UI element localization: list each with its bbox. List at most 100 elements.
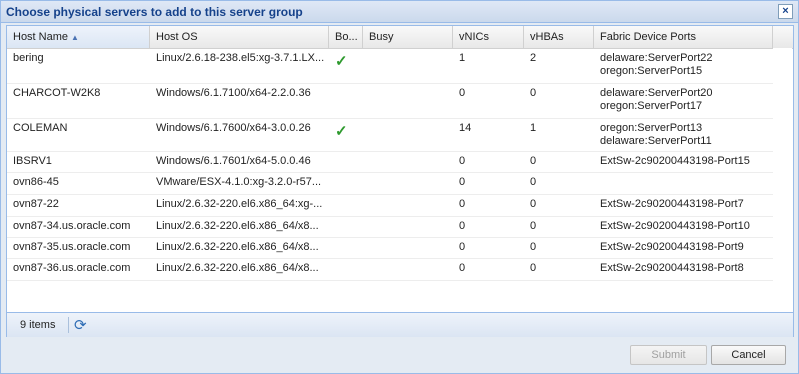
host-os-text: Linux/2.6.18-238.el5:xg-3.7.1.LX... xyxy=(156,52,325,64)
host-os-cell: Windows/6.1.7600/x64-3.0.0.26 xyxy=(150,118,329,151)
refresh-icon[interactable]: ⟳ xyxy=(74,316,87,334)
vnics-cell: 0 xyxy=(453,237,524,258)
table-row[interactable]: COLEMAN Windows/6.1.7600/x64-3.0.0.26 ✓ 14 1… xyxy=(7,118,773,152)
toolbar-separator xyxy=(68,317,69,333)
host-name-text: ovn87-35.us.oracle.com xyxy=(13,241,131,253)
vhbas-text: 1 xyxy=(530,122,537,134)
column-header-host-os[interactable]: Host OS xyxy=(150,26,329,48)
host-os-text: VMware/ESX-4.1.0:xg-3.2.0-r57... xyxy=(156,176,322,188)
host-name-text: bering xyxy=(13,52,44,64)
dialog: Choose physical servers to add to this s… xyxy=(0,0,799,374)
vnics-cell: 1 xyxy=(453,48,524,83)
table-row[interactable]: CHARCOT-W2K8 Windows/6.1.7100/x64-2.2.0.3… xyxy=(7,83,773,119)
host-os-cell: Windows/6.1.7601/x64-5.0.0.46 xyxy=(150,151,329,172)
column-header-label: Busy xyxy=(369,31,394,43)
column-header-vnics[interactable]: vNICs xyxy=(453,26,524,48)
host-os-cell: Linux/2.6.32-220.el6.x86_64/x8... xyxy=(150,237,329,258)
dialog-titlebar[interactable]: Choose physical servers to add to this s… xyxy=(1,1,798,23)
vhbas-cell: 0 xyxy=(524,216,594,237)
busy-text xyxy=(369,220,453,233)
busy-cell xyxy=(363,151,453,172)
host-name-cell: ovn86-45 xyxy=(7,172,150,194)
fabric-ports-cell: ExtSw-2c90200443198-Port10 xyxy=(594,216,773,237)
boot-cell: ✓ xyxy=(329,118,363,151)
dialog-title: Choose physical servers to add to this s… xyxy=(6,5,303,19)
host-name-cell: bering xyxy=(7,48,150,83)
table-row[interactable]: ovn87-34.us.oracle.com Linux/2.6.32-220.e… xyxy=(7,216,773,238)
fabric-ports-cell: ExtSw-2c90200443198-Port15 xyxy=(594,151,773,172)
host-name-text: ovn87-34.us.oracle.com xyxy=(13,220,131,232)
host-name-cell: ovn87-22 xyxy=(7,194,150,216)
vnics-text: 14 xyxy=(459,122,472,134)
boot-cell xyxy=(329,237,363,258)
table-row[interactable]: ovn87-35.us.oracle.com Linux/2.6.32-220.e… xyxy=(7,237,773,259)
column-header-host-name[interactable]: Host Name ▲ xyxy=(7,26,150,48)
vnics-text: 0 xyxy=(459,262,466,274)
vnics-text: 0 xyxy=(459,87,466,99)
busy-cell xyxy=(363,216,453,237)
busy-cell xyxy=(363,172,453,194)
vnics-cell: 0 xyxy=(453,83,524,118)
table-row[interactable]: ovn87-36.us.oracle.com Linux/2.6.32-220.e… xyxy=(7,258,773,281)
fabric-port: ExtSw-2c90200443198-Port7 xyxy=(600,198,744,210)
vhbas-text: 0 xyxy=(530,220,537,232)
table-row[interactable]: bering Linux/2.6.18-238.el5:xg-3.7.1.LX..… xyxy=(7,48,773,84)
close-icon[interactable]: × xyxy=(778,4,793,19)
table-row[interactable]: IBSRV1 Windows/6.1.7601/x64-5.0.0.46 0 0 Ext… xyxy=(7,151,773,173)
column-header-label: Host Name xyxy=(13,31,69,43)
busy-cell xyxy=(363,83,453,118)
fabric-ports-cell: ExtSw-2c90200443198-Port9 xyxy=(594,237,773,258)
vhbas-text: 0 xyxy=(530,198,537,210)
sort-ascending-icon: ▲ xyxy=(71,33,79,42)
vhbas-cell: 0 xyxy=(524,237,594,258)
busy-text xyxy=(369,87,453,100)
busy-text xyxy=(369,262,453,275)
vhbas-cell: 0 xyxy=(524,172,594,194)
vnics-cell: 14 xyxy=(453,118,524,151)
boot-cell xyxy=(329,83,363,118)
fabric-port: delaware:ServerPort22 xyxy=(600,52,713,64)
submit-button[interactable]: Submit xyxy=(630,345,707,365)
column-header-label: vHBAs xyxy=(530,31,564,43)
cancel-button[interactable]: Cancel xyxy=(711,345,786,365)
column-header-label: Fabric Device Ports xyxy=(600,31,696,43)
fabric-port: ExtSw-2c90200443198-Port9 xyxy=(600,241,744,253)
host-os-text: Windows/6.1.7100/x64-2.2.0.36 xyxy=(156,87,311,99)
busy-text xyxy=(369,52,453,65)
fabric-port: delaware:ServerPort11 xyxy=(600,135,712,147)
column-header-boot[interactable]: Bo... xyxy=(329,26,363,48)
fabric-port: oregon:ServerPort17 xyxy=(600,100,703,112)
fabric-port: delaware:ServerPort20 xyxy=(600,87,713,99)
busy-text xyxy=(369,241,453,254)
host-os-cell: Linux/2.6.32-220.el6.x86_64:xg-... xyxy=(150,194,329,216)
column-header-vhbas[interactable]: vHBAs xyxy=(524,26,594,48)
vnics-text: 0 xyxy=(459,241,466,253)
host-name-text: CHARCOT-W2K8 xyxy=(13,87,101,99)
vnics-cell: 0 xyxy=(453,172,524,194)
fabric-ports-cell: oregon:ServerPort13 delaware:ServerPort11 xyxy=(594,118,773,151)
fabric-port: ExtSw-2c90200443198-Port8 xyxy=(600,262,744,274)
vnics-cell: 0 xyxy=(453,151,524,172)
grid-footer: 9 items ⟳ xyxy=(7,312,793,337)
vhbas-text: 0 xyxy=(530,176,537,188)
host-name-text: ovn87-22 xyxy=(13,198,59,210)
boot-cell xyxy=(329,258,363,280)
host-os-cell: Linux/2.6.32-220.el6.x86_64/x8... xyxy=(150,258,329,280)
column-header-fabric-device-ports[interactable]: Fabric Device Ports xyxy=(594,26,773,48)
servers-grid: Host Name ▲ Host OS Bo... Busy vNICs vHBA… xyxy=(6,25,794,337)
vhbas-text: 0 xyxy=(530,155,537,167)
host-os-text: Linux/2.6.32-220.el6.x86_64/x8... xyxy=(156,220,319,232)
table-row[interactable]: ovn86-45 VMware/ESX-4.1.0:xg-3.2.0-r57...… xyxy=(7,172,773,195)
vhbas-cell: 0 xyxy=(524,258,594,280)
fabric-port: ExtSw-2c90200443198-Port15 xyxy=(600,155,750,167)
column-header-label: vNICs xyxy=(459,31,489,43)
vhbas-text: 0 xyxy=(530,241,537,253)
busy-text xyxy=(369,122,453,135)
column-header-busy[interactable]: Busy xyxy=(363,26,453,48)
boot-cell xyxy=(329,172,363,194)
host-name-text: COLEMAN xyxy=(13,122,68,134)
host-os-cell: Windows/6.1.7100/x64-2.2.0.36 xyxy=(150,83,329,118)
table-row[interactable]: ovn87-22 Linux/2.6.32-220.el6.x86_64:xg-.… xyxy=(7,194,773,217)
vnics-cell: 0 xyxy=(453,194,524,216)
vnics-text: 0 xyxy=(459,220,466,232)
